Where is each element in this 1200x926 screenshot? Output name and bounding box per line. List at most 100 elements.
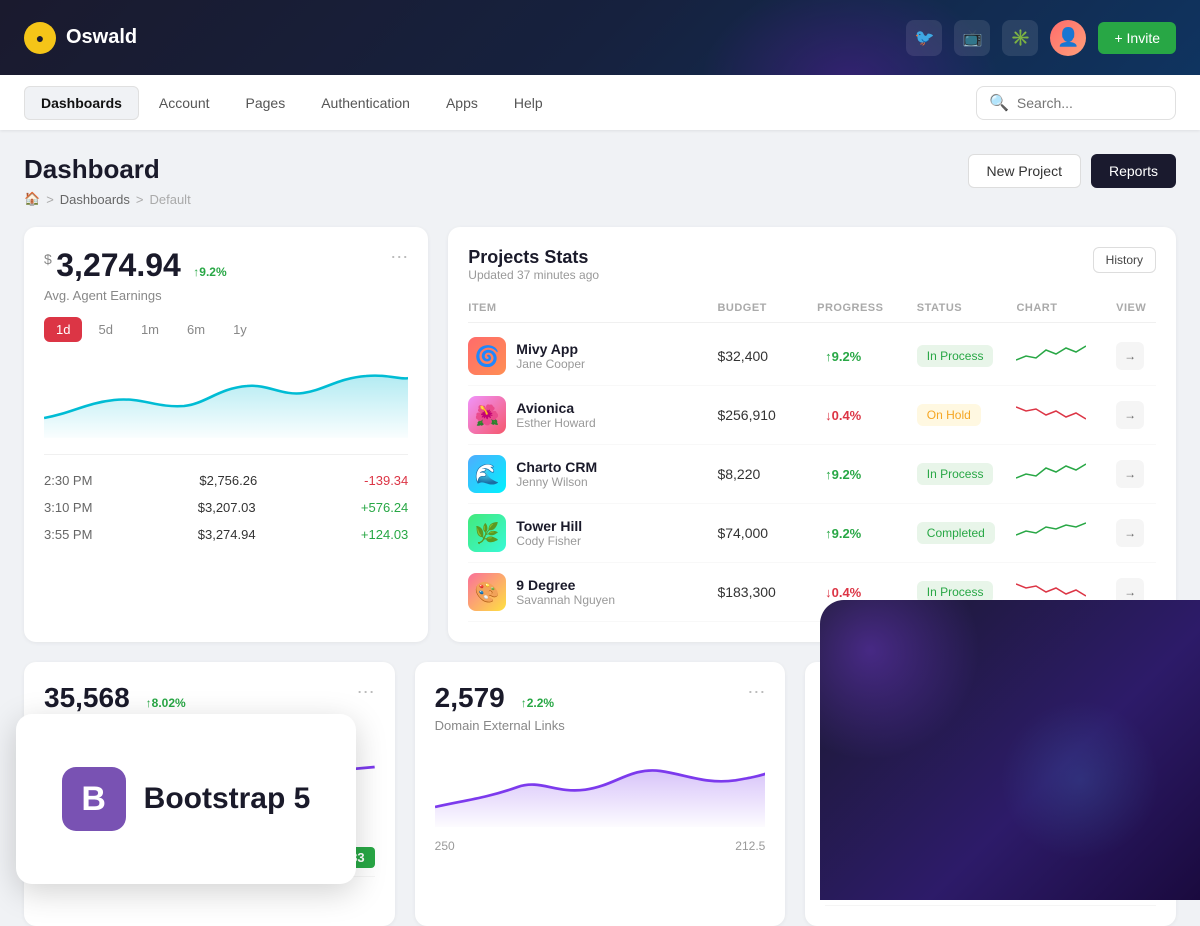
- view-btn-2[interactable]: →: [1116, 401, 1144, 429]
- time-1: 2:30 PM: [44, 473, 92, 488]
- item-details-4: Tower Hill Cody Fisher: [516, 518, 582, 548]
- item-name-1: Mivy App: [516, 341, 585, 357]
- item-info-5: 🎨 9 Degree Savannah Nguyen: [468, 573, 717, 611]
- item-thumb-3: 🌊: [468, 455, 506, 493]
- chart-labels: 250 212.5: [435, 839, 766, 853]
- bootstrap-text: Bootstrap 5: [144, 782, 311, 816]
- period-5d[interactable]: 5d: [86, 317, 124, 342]
- sessions-stat: 35,568 ↑8.02%: [44, 682, 186, 718]
- nav-authentication[interactable]: Authentication: [305, 87, 426, 119]
- search-icon: 🔍: [989, 93, 1009, 113]
- item-image-3: 🌊: [468, 455, 506, 493]
- amount-value: 3,274.94: [56, 247, 181, 283]
- chart-2: [1016, 401, 1116, 430]
- table-row: 🌀 Mivy App Jane Cooper $32,400 ↑9.2% In …: [468, 327, 1156, 386]
- external-more-icon[interactable]: ⋯: [747, 682, 765, 703]
- period-1y[interactable]: 1y: [221, 317, 259, 342]
- more-icon[interactable]: ⋯: [390, 247, 408, 268]
- bird-icon[interactable]: 🐦: [906, 20, 942, 56]
- item-name-2: Avionica: [516, 400, 595, 416]
- search-input[interactable]: [1017, 95, 1163, 111]
- status-1: In Process: [917, 345, 1017, 367]
- item-person-2: Esther Howard: [516, 416, 595, 430]
- external-label: Domain External Links: [435, 718, 565, 733]
- view-btn-4[interactable]: →: [1116, 519, 1144, 547]
- nav-help[interactable]: Help: [498, 87, 559, 119]
- reports-button[interactable]: Reports: [1091, 154, 1176, 188]
- projects-updated: Updated 37 minutes ago: [468, 268, 599, 282]
- earnings-chart: [44, 358, 408, 438]
- topbar-right: 🐦 📺 ✳️ 👤 + Invite: [906, 20, 1176, 56]
- earnings-amount-area: $ 3,274.94 ↑9.2% Avg. Agent Earnings: [44, 247, 227, 317]
- view-btn-1[interactable]: →: [1116, 342, 1144, 370]
- val-3: $3,274.94: [198, 527, 256, 542]
- breadcrumb: 🏠 > Dashboards > Default: [24, 191, 191, 207]
- invite-button[interactable]: + Invite: [1098, 22, 1176, 54]
- external-links-amount-area: 2,579 ↑2.2% Domain External Links: [435, 682, 565, 747]
- progress-4: ↑9.2%: [825, 526, 917, 541]
- bootstrap-icon: B: [62, 767, 126, 831]
- avatar[interactable]: 👤: [1050, 20, 1086, 56]
- earnings-header: $ 3,274.94 ↑9.2% Avg. Agent Earnings ⋯: [44, 247, 408, 317]
- period-1d[interactable]: 1d: [44, 317, 82, 342]
- item-thumb-2: 🌺: [468, 396, 506, 434]
- view-btn-3[interactable]: →: [1116, 460, 1144, 488]
- history-button[interactable]: History: [1093, 247, 1156, 273]
- progress-1: ↑9.2%: [825, 349, 917, 364]
- item-info-3: 🌊 Charto CRM Jenny Wilson: [468, 455, 717, 493]
- external-links-header: 2,579 ↑2.2% Domain External Links ⋯: [435, 682, 766, 747]
- progress-5: ↓0.4%: [825, 585, 917, 600]
- item-info-2: 🌺 Avionica Esther Howard: [468, 396, 717, 434]
- budget-1: $32,400: [717, 348, 817, 364]
- col-item: ITEM: [468, 302, 717, 314]
- nav-account[interactable]: Account: [143, 87, 226, 119]
- bootstrap-promo: B Bootstrap 5: [16, 714, 356, 884]
- col-budget: BUDGET: [717, 302, 817, 314]
- new-project-button[interactable]: New Project: [968, 154, 1081, 188]
- nav-apps[interactable]: Apps: [430, 87, 494, 119]
- col-chart: CHART: [1016, 302, 1116, 314]
- item-thumb-1: 🌀: [468, 337, 506, 375]
- share-icon[interactable]: ✳️: [1002, 20, 1038, 56]
- item-name-3: Charto CRM: [516, 459, 597, 475]
- budget-4: $74,000: [717, 525, 817, 541]
- table-row: 🌿 Tower Hill Cody Fisher $74,000 ↑9.2% C…: [468, 504, 1156, 563]
- screen-icon[interactable]: 📺: [954, 20, 990, 56]
- nav-pages[interactable]: Pages: [230, 87, 302, 119]
- item-details-5: 9 Degree Savannah Nguyen: [516, 577, 615, 607]
- table-row: 🌊 Charto CRM Jenny Wilson $8,220 ↑9.2% I…: [468, 445, 1156, 504]
- item-person-5: Savannah Nguyen: [516, 593, 615, 607]
- table-header: ITEM BUDGET PROGRESS STATUS CHART VIEW: [468, 302, 1156, 323]
- period-6m[interactable]: 6m: [175, 317, 217, 342]
- status-2: On Hold: [917, 404, 1017, 426]
- budget-5: $183,300: [717, 584, 817, 600]
- item-person-4: Cody Fisher: [516, 534, 582, 548]
- search-box[interactable]: 🔍: [976, 86, 1176, 120]
- progress-3: ↑9.2%: [825, 467, 917, 482]
- item-thumb-5: 🎨: [468, 573, 506, 611]
- nav-dashboards[interactable]: Dashboards: [24, 86, 139, 120]
- time-2: 3:10 PM: [44, 500, 92, 515]
- change-3: +124.03: [361, 527, 408, 542]
- time-entries: 2:30 PM $2,756.26 -139.34 3:10 PM $3,207…: [44, 454, 408, 548]
- projects-card: Projects Stats Updated 37 minutes ago Hi…: [448, 227, 1176, 642]
- period-1m[interactable]: 1m: [129, 317, 171, 342]
- external-chart: [435, 747, 766, 827]
- logo-icon: ●: [24, 22, 56, 54]
- item-person-3: Jenny Wilson: [516, 475, 597, 489]
- item-image-5: 🎨: [468, 573, 506, 611]
- item-info-1: 🌀 Mivy App Jane Cooper: [468, 337, 717, 375]
- topbar: ● Oswald 🐦 📺 ✳️ 👤 + Invite: [0, 0, 1200, 75]
- external-links-card: 2,579 ↑2.2% Domain External Links ⋯: [415, 662, 786, 926]
- external-stat: 2,579 ↑2.2%: [435, 682, 565, 718]
- item-details-1: Mivy App Jane Cooper: [516, 341, 585, 371]
- top-cards-row: $ 3,274.94 ↑9.2% Avg. Agent Earnings ⋯ 1…: [24, 227, 1176, 642]
- change-1: -139.34: [364, 473, 408, 488]
- projects-header: Projects Stats Updated 37 minutes ago Hi…: [468, 247, 1156, 298]
- item-info-4: 🌿 Tower Hill Cody Fisher: [468, 514, 717, 552]
- sessions-badge: ↑8.02%: [146, 696, 186, 710]
- sessions-more-icon[interactable]: ⋯: [357, 682, 375, 703]
- projects-title-area: Projects Stats Updated 37 minutes ago: [468, 247, 599, 298]
- breadcrumb-dashboards[interactable]: Dashboards: [60, 192, 130, 207]
- page-title: Dashboard: [24, 154, 191, 185]
